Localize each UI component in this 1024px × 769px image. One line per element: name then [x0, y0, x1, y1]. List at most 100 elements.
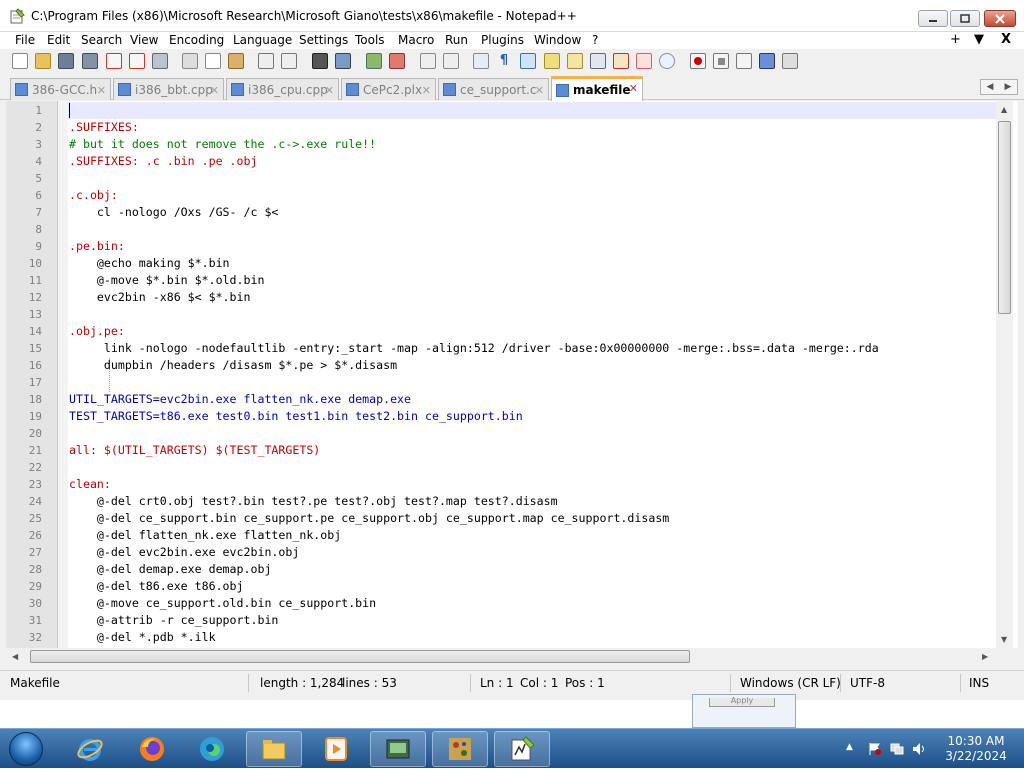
tab-i386-cpu-cpp[interactable]: i386_cpu.cpp ✕ — [226, 78, 339, 100]
line-number[interactable]: 12 — [6, 291, 42, 304]
new-tab-button[interactable]: + — [950, 32, 961, 47]
maximize-button[interactable] — [950, 10, 980, 27]
tab-cepc2-plx[interactable]: CePc2.plx ✕ — [341, 78, 436, 100]
line-number[interactable]: 3 — [6, 138, 42, 151]
horizontal-scrollbar[interactable]: ◀ ▶ — [6, 648, 996, 665]
taskbar-ie[interactable] — [62, 731, 118, 767]
line-number[interactable]: 7 — [6, 206, 42, 219]
folder-workspace-icon[interactable] — [613, 53, 629, 69]
line-number[interactable]: 24 — [6, 495, 42, 508]
line-number[interactable]: 5 — [6, 172, 42, 185]
print-icon[interactable] — [152, 53, 168, 69]
tab-scroll-left-icon[interactable]: ◀ — [981, 80, 999, 94]
line-number[interactable]: 32 — [6, 631, 42, 644]
line-number[interactable]: 9 — [6, 240, 42, 253]
menu-help[interactable]: ? — [592, 33, 598, 47]
function-list-icon[interactable] — [590, 53, 606, 69]
show-hidden-icons-icon[interactable]: ▲ — [846, 742, 860, 756]
fold-margin[interactable] — [58, 101, 68, 648]
user-language-icon[interactable] — [544, 53, 560, 69]
line-number[interactable]: 15 — [6, 342, 42, 355]
monitoring-icon[interactable] — [636, 53, 652, 69]
status-line[interactable]: Ln : 1 — [480, 676, 514, 690]
title-bar[interactable]: C:\Program Files (x86)\Microsoft Researc… — [0, 0, 1024, 32]
menu-encoding[interactable]: Encoding — [169, 33, 224, 47]
sync-vertical-icon[interactable] — [420, 53, 436, 69]
menu-file[interactable]: File — [15, 33, 35, 47]
tab-close-icon[interactable]: ✕ — [422, 84, 431, 97]
tab-close-icon[interactable]: ✕ — [97, 84, 106, 97]
taskbar-giano[interactable] — [370, 731, 426, 767]
tab-386-gcc-h[interactable]: 386-GCC.h ✕ — [10, 78, 111, 100]
line-number[interactable]: 10 — [6, 257, 42, 270]
menu-run[interactable]: Run — [445, 33, 468, 47]
line-number[interactable]: 28 — [6, 563, 42, 576]
find-icon[interactable] — [312, 53, 328, 69]
line-number[interactable]: 11 — [6, 274, 42, 287]
status-eol[interactable]: Windows (CR LF) — [740, 676, 841, 690]
line-number[interactable]: 30 — [6, 597, 42, 610]
line-number[interactable]: 4 — [6, 155, 42, 168]
cut-icon[interactable] — [182, 53, 198, 69]
paste-icon[interactable] — [228, 53, 244, 69]
vertical-scroll-thumb[interactable] — [998, 121, 1011, 314]
line-number[interactable]: 20 — [6, 427, 42, 440]
line-number[interactable]: 6 — [6, 189, 42, 202]
menu-window[interactable]: Window — [534, 33, 581, 47]
save-macro-icon[interactable] — [782, 53, 798, 69]
tab-makefile[interactable]: makefile ✕ — [551, 76, 643, 101]
save-icon[interactable] — [58, 53, 74, 69]
indent-guide-icon[interactable] — [520, 53, 536, 69]
close-icon[interactable] — [106, 53, 122, 69]
line-number[interactable]: 23 — [6, 478, 42, 491]
record-macro-icon[interactable] — [690, 53, 706, 69]
play-macro-icon[interactable] — [736, 53, 752, 69]
close-all-icon[interactable] — [129, 53, 145, 69]
line-number[interactable]: 31 — [6, 614, 42, 627]
line-number[interactable]: 14 — [6, 325, 42, 338]
line-number[interactable]: 19 — [6, 410, 42, 423]
action-center-icon[interactable] — [868, 742, 882, 756]
menu-macro[interactable]: Macro — [398, 33, 434, 47]
line-number[interactable]: 26 — [6, 529, 42, 542]
volume-icon[interactable] — [912, 742, 926, 756]
scroll-right-icon[interactable]: ▶ — [982, 652, 988, 661]
save-all-icon[interactable] — [82, 53, 98, 69]
tab-i386-bbt-cpp[interactable]: i386_bbt.cpp ✕ — [113, 78, 224, 100]
menu-view[interactable]: View — [130, 33, 158, 47]
tab-close-icon[interactable]: ✕ — [629, 82, 638, 95]
new-file-icon[interactable] — [12, 53, 28, 69]
minimize-button[interactable] — [918, 10, 948, 27]
line-number[interactable]: 13 — [6, 308, 42, 321]
run-macro-multiple-icon[interactable] — [759, 53, 775, 69]
apply-button[interactable]: Apply — [709, 697, 775, 707]
status-encoding[interactable]: UTF-8 — [850, 676, 885, 690]
menu-search[interactable]: Search — [81, 33, 122, 47]
line-number[interactable]: 29 — [6, 580, 42, 593]
tab-close-icon[interactable]: ✕ — [325, 84, 334, 97]
line-number[interactable]: 18 — [6, 393, 42, 406]
tab-close-icon[interactable]: ✕ — [210, 84, 219, 97]
scroll-up-icon[interactable]: ▲ — [1001, 105, 1007, 114]
redo-icon[interactable] — [281, 53, 297, 69]
line-number[interactable]: 1 — [6, 104, 42, 117]
scroll-down-icon[interactable]: ▼ — [1001, 635, 1007, 644]
taskbar-edge[interactable] — [184, 731, 240, 767]
stop-macro-icon[interactable] — [713, 53, 729, 69]
menu-language[interactable]: Language — [233, 33, 292, 47]
word-wrap-icon[interactable] — [473, 53, 489, 69]
tab-scroll-right-icon[interactable]: ▶ — [999, 80, 1017, 94]
horizontal-scroll-thumb[interactable] — [30, 650, 690, 663]
open-file-icon[interactable] — [35, 53, 51, 69]
taskbar-media-player[interactable] — [308, 731, 364, 767]
clock[interactable]: 10:30 AM 3/22/2024 — [942, 734, 1010, 764]
scroll-left-icon[interactable]: ◀ — [12, 652, 18, 661]
start-button[interactable] — [4, 729, 48, 769]
line-number[interactable]: 17 — [6, 376, 42, 389]
taskbar-firefox[interactable] — [124, 731, 180, 767]
menu-plugins[interactable]: Plugins — [481, 33, 524, 47]
line-number[interactable]: 2 — [6, 121, 42, 134]
line-number[interactable]: 27 — [6, 546, 42, 559]
doc-map-icon[interactable] — [567, 53, 583, 69]
taskbar-paint[interactable] — [432, 731, 488, 767]
